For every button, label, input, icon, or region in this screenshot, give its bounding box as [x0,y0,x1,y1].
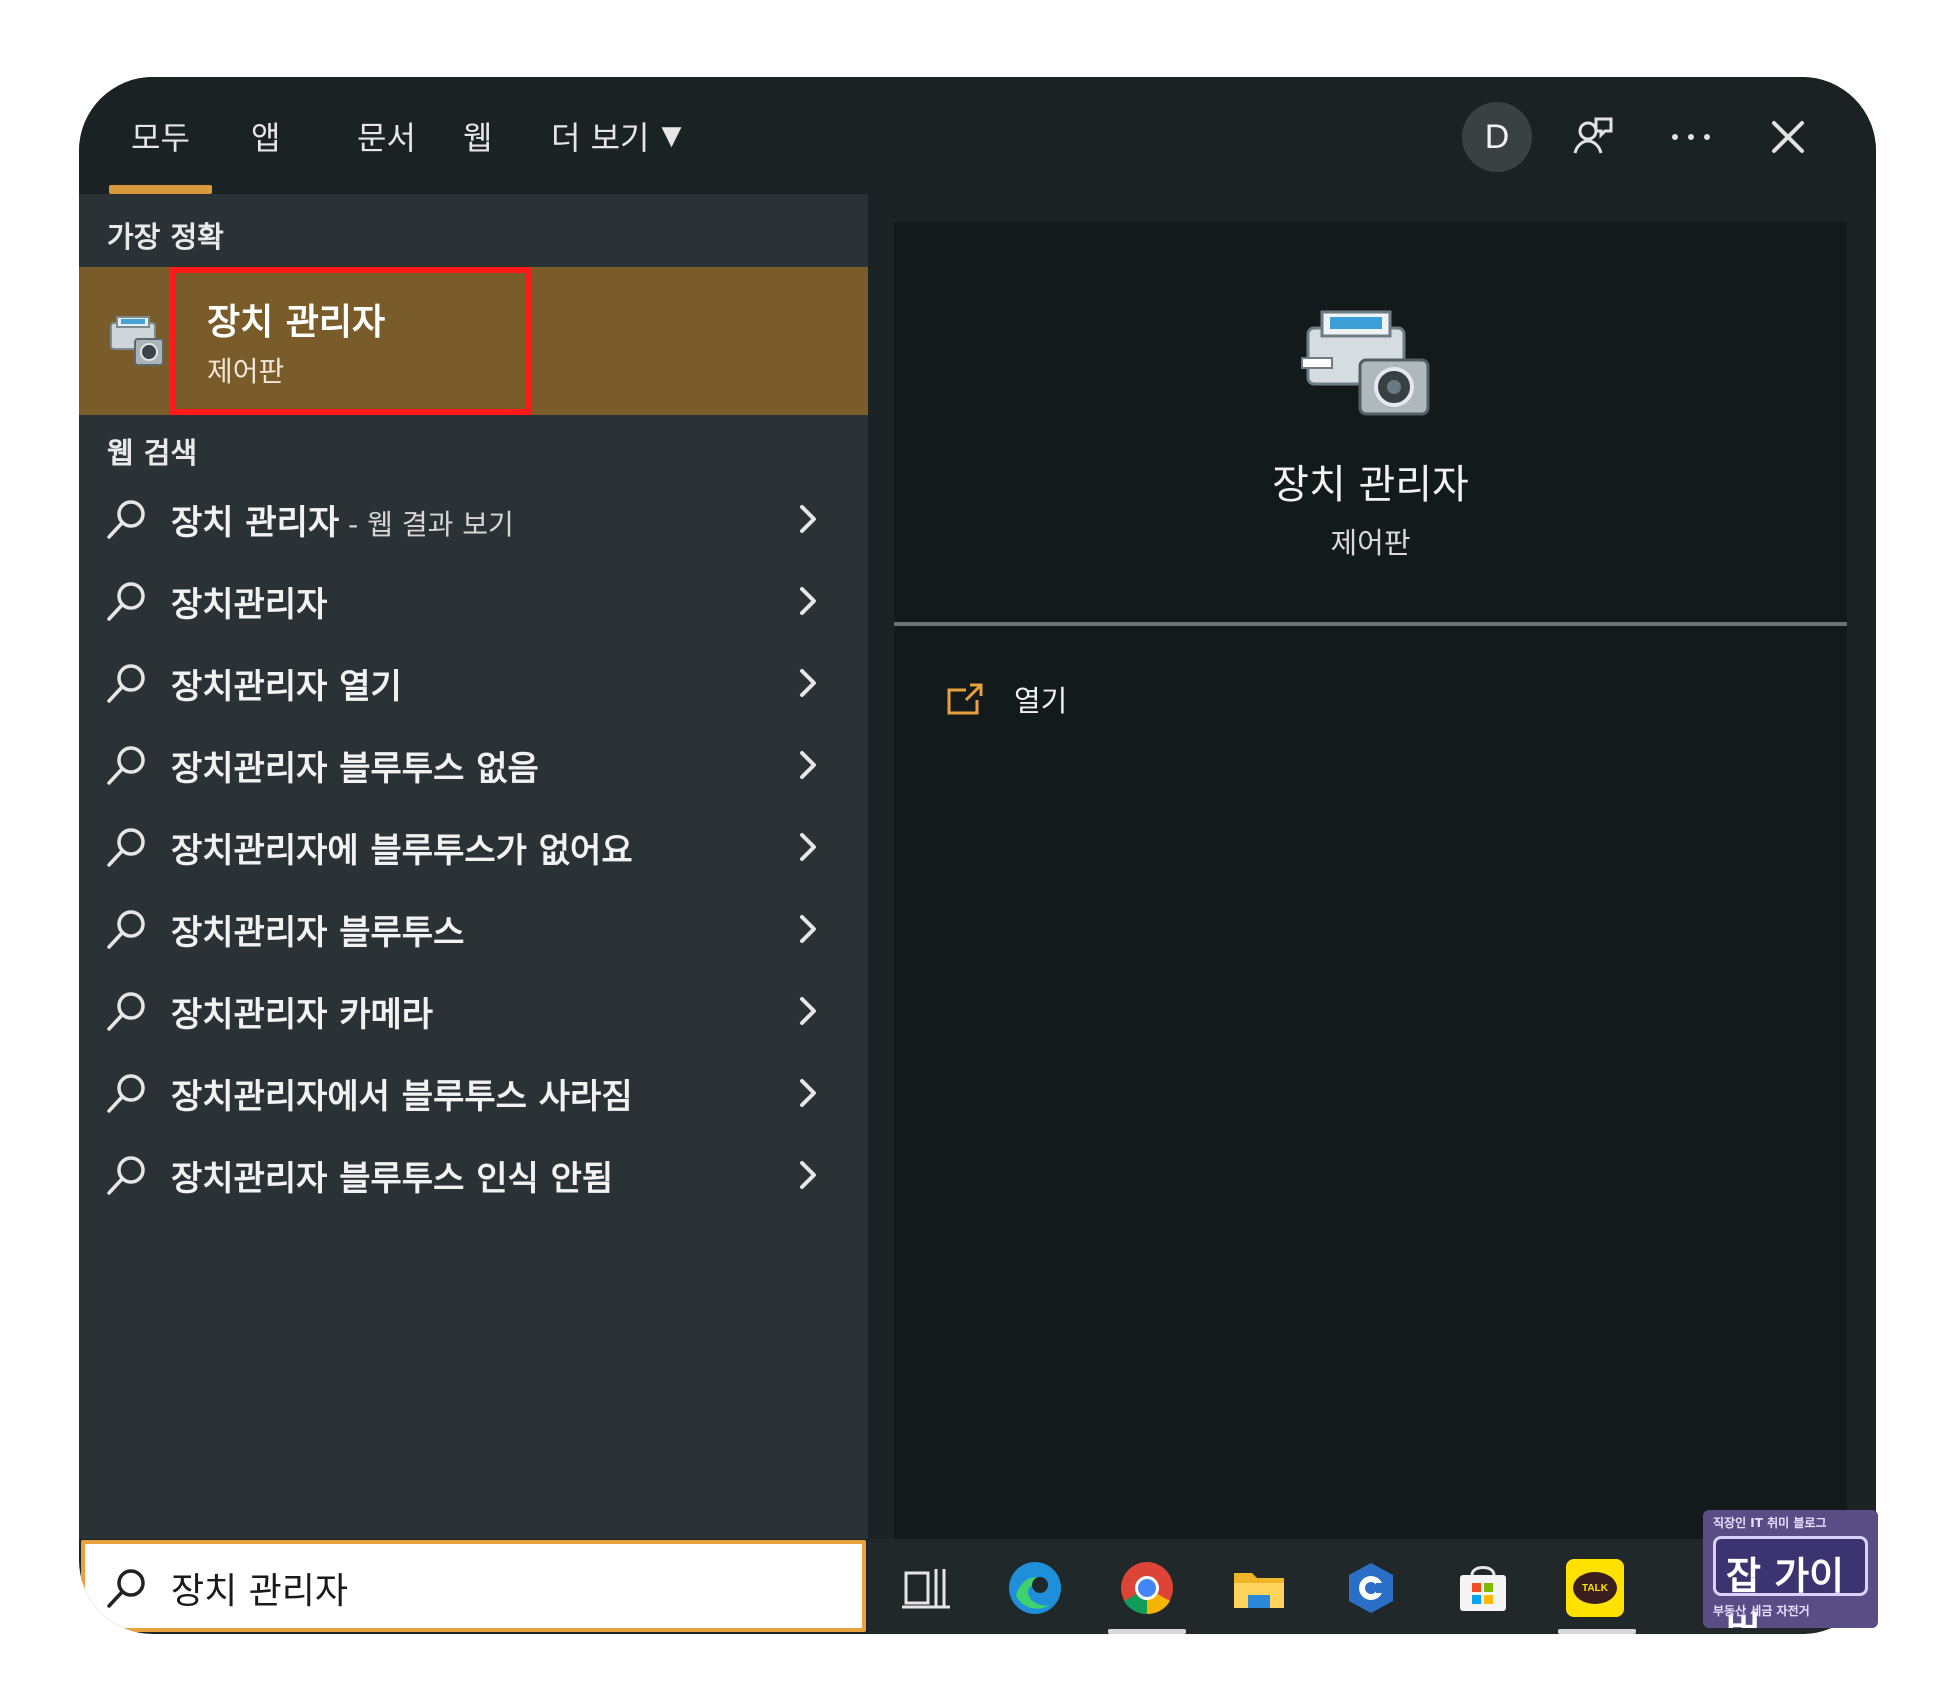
chevron-right-icon [800,915,816,943]
search-icon [107,1569,145,1608]
avatar-letter: D [1484,117,1510,156]
edge-icon[interactable] [1006,1559,1064,1617]
web-result-item[interactable]: 장치관리자 블루투스 인식 안됨 [79,1134,868,1216]
watermark-main: 잡 가이버 [1713,1536,1868,1628]
device-manager-icon [110,316,164,366]
chevron-right-icon [800,997,816,1025]
tab-more[interactable]: 더 보기 ▼ [529,77,704,194]
web-result-label: 장치관리자 블루투스 인식 안됨 [171,1158,614,1199]
web-result-label: 장치 관리자 - 웹 결과 보기 [171,502,514,543]
web-result-item[interactable]: 장치관리자 [79,560,868,642]
search-icon [107,746,145,785]
web-result-item[interactable]: 장치 관리자 - 웹 결과 보기 [79,478,868,560]
close-icon[interactable] [1753,102,1823,172]
tab-documents[interactable]: 문서 [335,77,438,194]
web-result-item[interactable]: 장치관리자에 블루투스가 없어요 [79,806,868,888]
search-icon [107,1074,145,1113]
open-action-label: 열기 [1014,684,1068,718]
web-result-label: 장치관리자에 블루투스가 없어요 [171,830,633,871]
tab-label: 웹 [463,118,493,157]
tab-label: 더 보기 [551,118,650,157]
web-result-label: 장치관리자 열기 [171,666,402,707]
search-icon [107,992,145,1031]
open-action[interactable]: 열기 [946,674,1067,724]
preview-title: 장치 관리자 [1272,462,1469,508]
web-result-label: 장치관리자 블루투스 없음 [171,748,539,789]
results-panel: 가장 정확 장치 관리자 제어판 웹 검색 장치 관리자 - 웹 결과 보기 장… [79,194,868,1539]
watermark-logo: 직장인 IT 취미 블로그 잡 가이버 부동산 세금 자전거 [1703,1510,1878,1628]
best-match-item[interactable]: 장치 관리자 제어판 [79,267,868,415]
chevron-right-icon [800,669,816,697]
web-result-label: 장치관리자 카메라 [171,994,434,1035]
web-result-item[interactable]: 장치관리자 카메라 [79,970,868,1052]
divider [894,622,1847,626]
kakao-bubble: TALK [1573,1572,1617,1604]
search-icon [107,910,145,949]
highlight-box [170,267,531,415]
device-manager-icon [1301,310,1430,416]
more-options-icon[interactable] [1656,102,1726,172]
web-search-header: 웹 검색 [107,436,198,470]
best-match-header: 가장 정확 [107,220,224,254]
search-header: 모두 앱 문서 웹 더 보기 ▼ D [79,77,1876,194]
tab-web[interactable]: 웹 [441,77,514,194]
tab-label: 앱 [251,118,281,157]
feedback-icon[interactable] [1558,102,1628,172]
search-icon [107,1156,145,1195]
chevron-right-icon [800,587,816,615]
chevron-right-icon [800,751,816,779]
chevron-right-icon [800,505,816,533]
tab-label: 문서 [357,118,416,157]
task-view-icon[interactable] [898,1559,956,1617]
watermark-top-text: 직장인 IT 취미 블로그 [1713,1516,1827,1530]
web-result-item[interactable]: 장치관리자 블루투스 [79,888,868,970]
preview-panel: 장치 관리자 제어판 열기 [894,222,1847,1539]
search-icon [107,828,145,867]
search-icon [107,500,145,539]
kakaotalk-icon[interactable]: TALK [1566,1559,1624,1617]
search-icon [107,664,145,703]
avatar[interactable]: D [1462,102,1532,172]
cc-app-icon[interactable] [1342,1559,1400,1617]
tab-apps[interactable]: 앱 [229,77,302,194]
active-indicator [1108,1629,1186,1634]
web-result-item[interactable]: 장치관리자 블루투스 없음 [79,724,868,806]
preview-subtitle: 제어판 [1330,526,1411,560]
search-window: 모두 앱 문서 웹 더 보기 ▼ D 가장 정확 장치 관리자 제어판 웹 검색… [79,77,1876,1634]
chevron-right-icon [800,1079,816,1107]
file-explorer-icon[interactable] [1230,1559,1288,1617]
chrome-icon[interactable] [1118,1559,1176,1617]
store-icon[interactable] [1454,1559,1512,1617]
watermark-bottom-text: 부동산 세금 자전거 [1713,1604,1810,1618]
chevron-right-icon [800,833,816,861]
search-box[interactable] [81,1540,866,1632]
search-input[interactable] [171,1558,851,1618]
open-icon [947,683,983,715]
tab-label: 모두 [131,118,190,157]
chevron-right-icon [800,1161,816,1189]
web-result-label: 장치관리자 [171,584,328,625]
web-result-label: 장치관리자에서 블루투스 사라짐 [171,1076,633,1117]
tab-all[interactable]: 모두 [109,77,212,194]
web-result-item[interactable]: 장치관리자 열기 [79,642,868,724]
active-indicator [1558,1629,1636,1634]
web-result-label: 장치관리자 블루투스 [171,912,465,953]
caret-down-icon: ▼ [661,120,682,151]
web-result-item[interactable]: 장치관리자에서 블루투스 사라짐 [79,1052,868,1134]
search-icon [107,582,145,621]
